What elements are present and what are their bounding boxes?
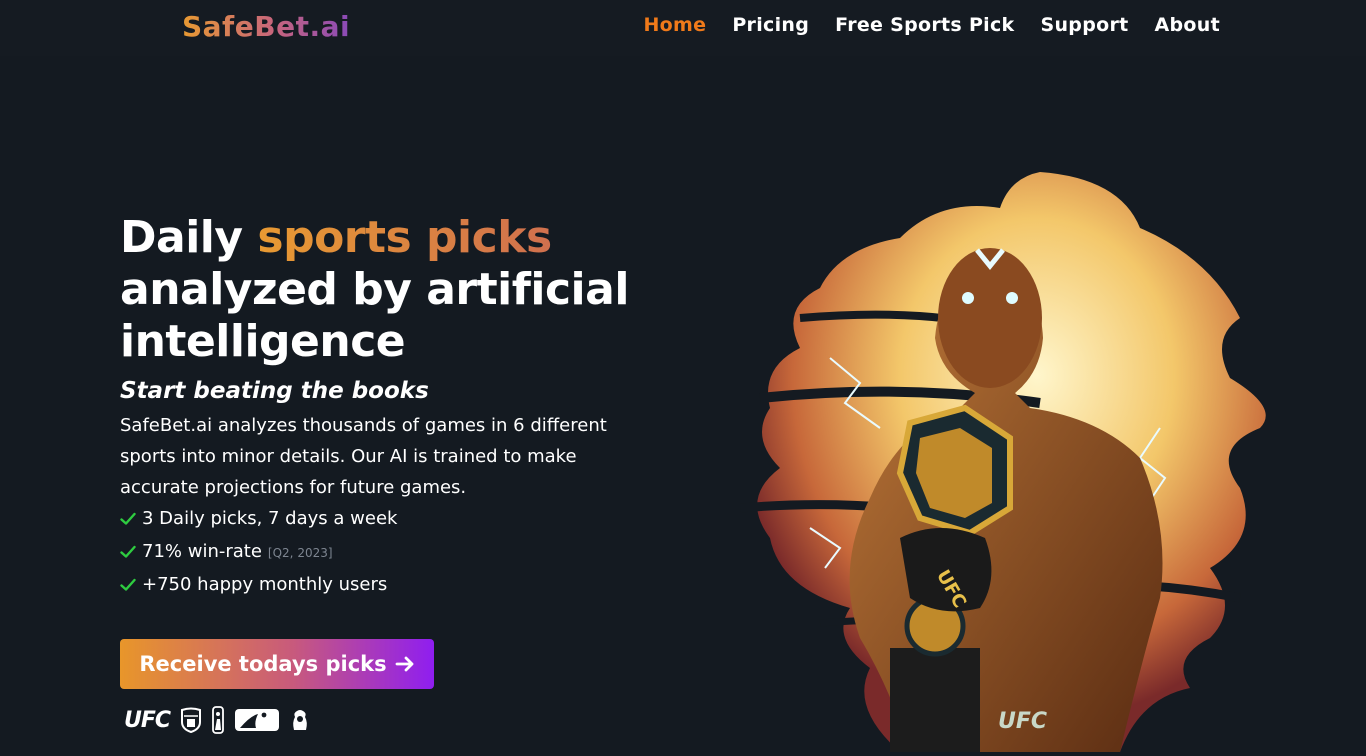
- feature-item: 3 Daily picks, 7 days a week: [120, 503, 680, 535]
- headline-part2: analyzed by artificial intelligence: [120, 264, 629, 367]
- feature-item: +750 happy monthly users: [120, 569, 680, 601]
- nav-link-pricing[interactable]: Pricing: [732, 14, 809, 36]
- cta-label: Receive todays picks: [139, 652, 387, 676]
- check-icon: [120, 545, 136, 558]
- art-ufc-logo: UFC: [998, 709, 1047, 734]
- nav-link-about[interactable]: About: [1155, 14, 1220, 36]
- receive-picks-button[interactable]: Receive todays picks: [120, 639, 434, 689]
- fighter-illustration: UFC UFC: [739, 168, 1272, 752]
- feature-text: +750 happy monthly users: [142, 574, 388, 595]
- hero-headline: Daily sports picks analyzed by artificia…: [120, 212, 680, 368]
- ufc-logo: UFC: [124, 707, 171, 733]
- hero-description: SafeBet.ai analyzes thousands of games i…: [120, 415, 607, 498]
- mlb-icon: [235, 709, 280, 731]
- nfl-shield-icon: [181, 707, 202, 733]
- premier-league-icon: [293, 710, 307, 730]
- feature-text: 71% win-rate: [142, 541, 262, 562]
- check-icon: [120, 512, 136, 525]
- feature-item: 71% win-rate [Q2, 2023]: [120, 535, 680, 569]
- nav-link-free-sports-pick[interactable]: Free Sports Pick: [835, 14, 1014, 36]
- nav-link-support[interactable]: Support: [1041, 14, 1129, 36]
- arrow-right-icon: [395, 656, 414, 672]
- headline-accent: sports picks: [257, 212, 552, 263]
- check-icon: [120, 578, 136, 591]
- site-logo[interactable]: SafeBet.ai: [182, 10, 350, 43]
- league-logos: UFC: [124, 704, 310, 736]
- main-nav: Home Pricing Free Sports Pick Support Ab…: [643, 14, 1220, 36]
- nav-link-home[interactable]: Home: [643, 14, 706, 36]
- headline-part1: Daily: [120, 212, 258, 263]
- feature-note: [Q2, 2023]: [267, 546, 333, 560]
- feature-text: 3 Daily picks, 7 days a week: [142, 508, 398, 529]
- feature-list: 3 Daily picks, 7 days a week 71% win-rat…: [120, 503, 680, 601]
- top-navbar: SafeBet.ai Home Pricing Free Sports Pick…: [0, 0, 1366, 56]
- hero-text: Daily sports picks analyzed by artificia…: [120, 212, 680, 601]
- hero-subheading: Start beating the books: [120, 378, 429, 404]
- nba-icon: [212, 706, 224, 734]
